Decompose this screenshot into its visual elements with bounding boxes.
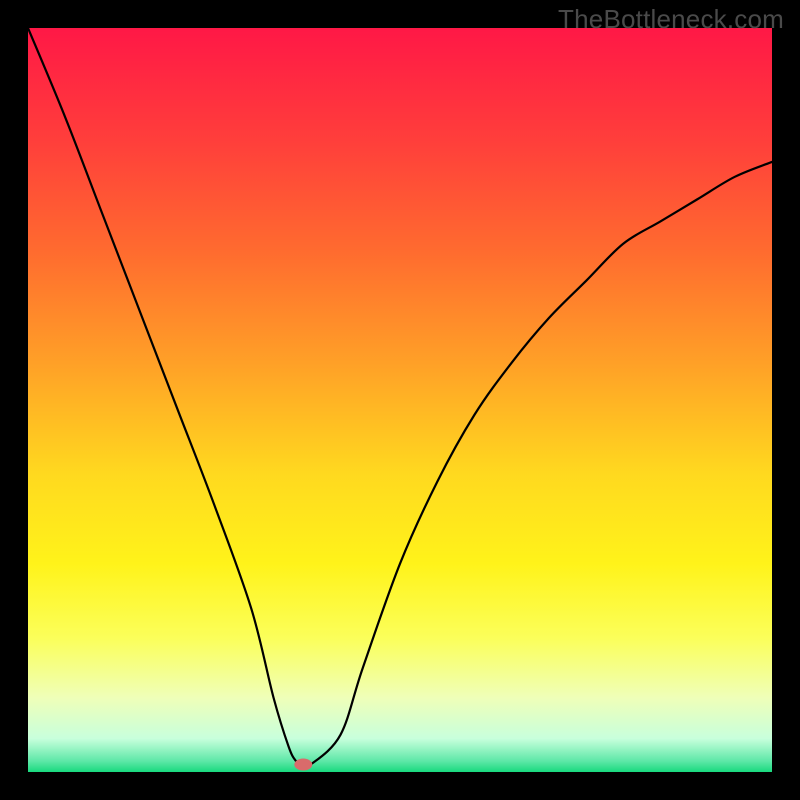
chart-svg (28, 28, 772, 772)
optimum-marker (294, 759, 312, 771)
plot-area (28, 28, 772, 772)
watermark-text: TheBottleneck.com (558, 4, 784, 35)
gradient-background (28, 28, 772, 772)
chart-frame: TheBottleneck.com (0, 0, 800, 800)
